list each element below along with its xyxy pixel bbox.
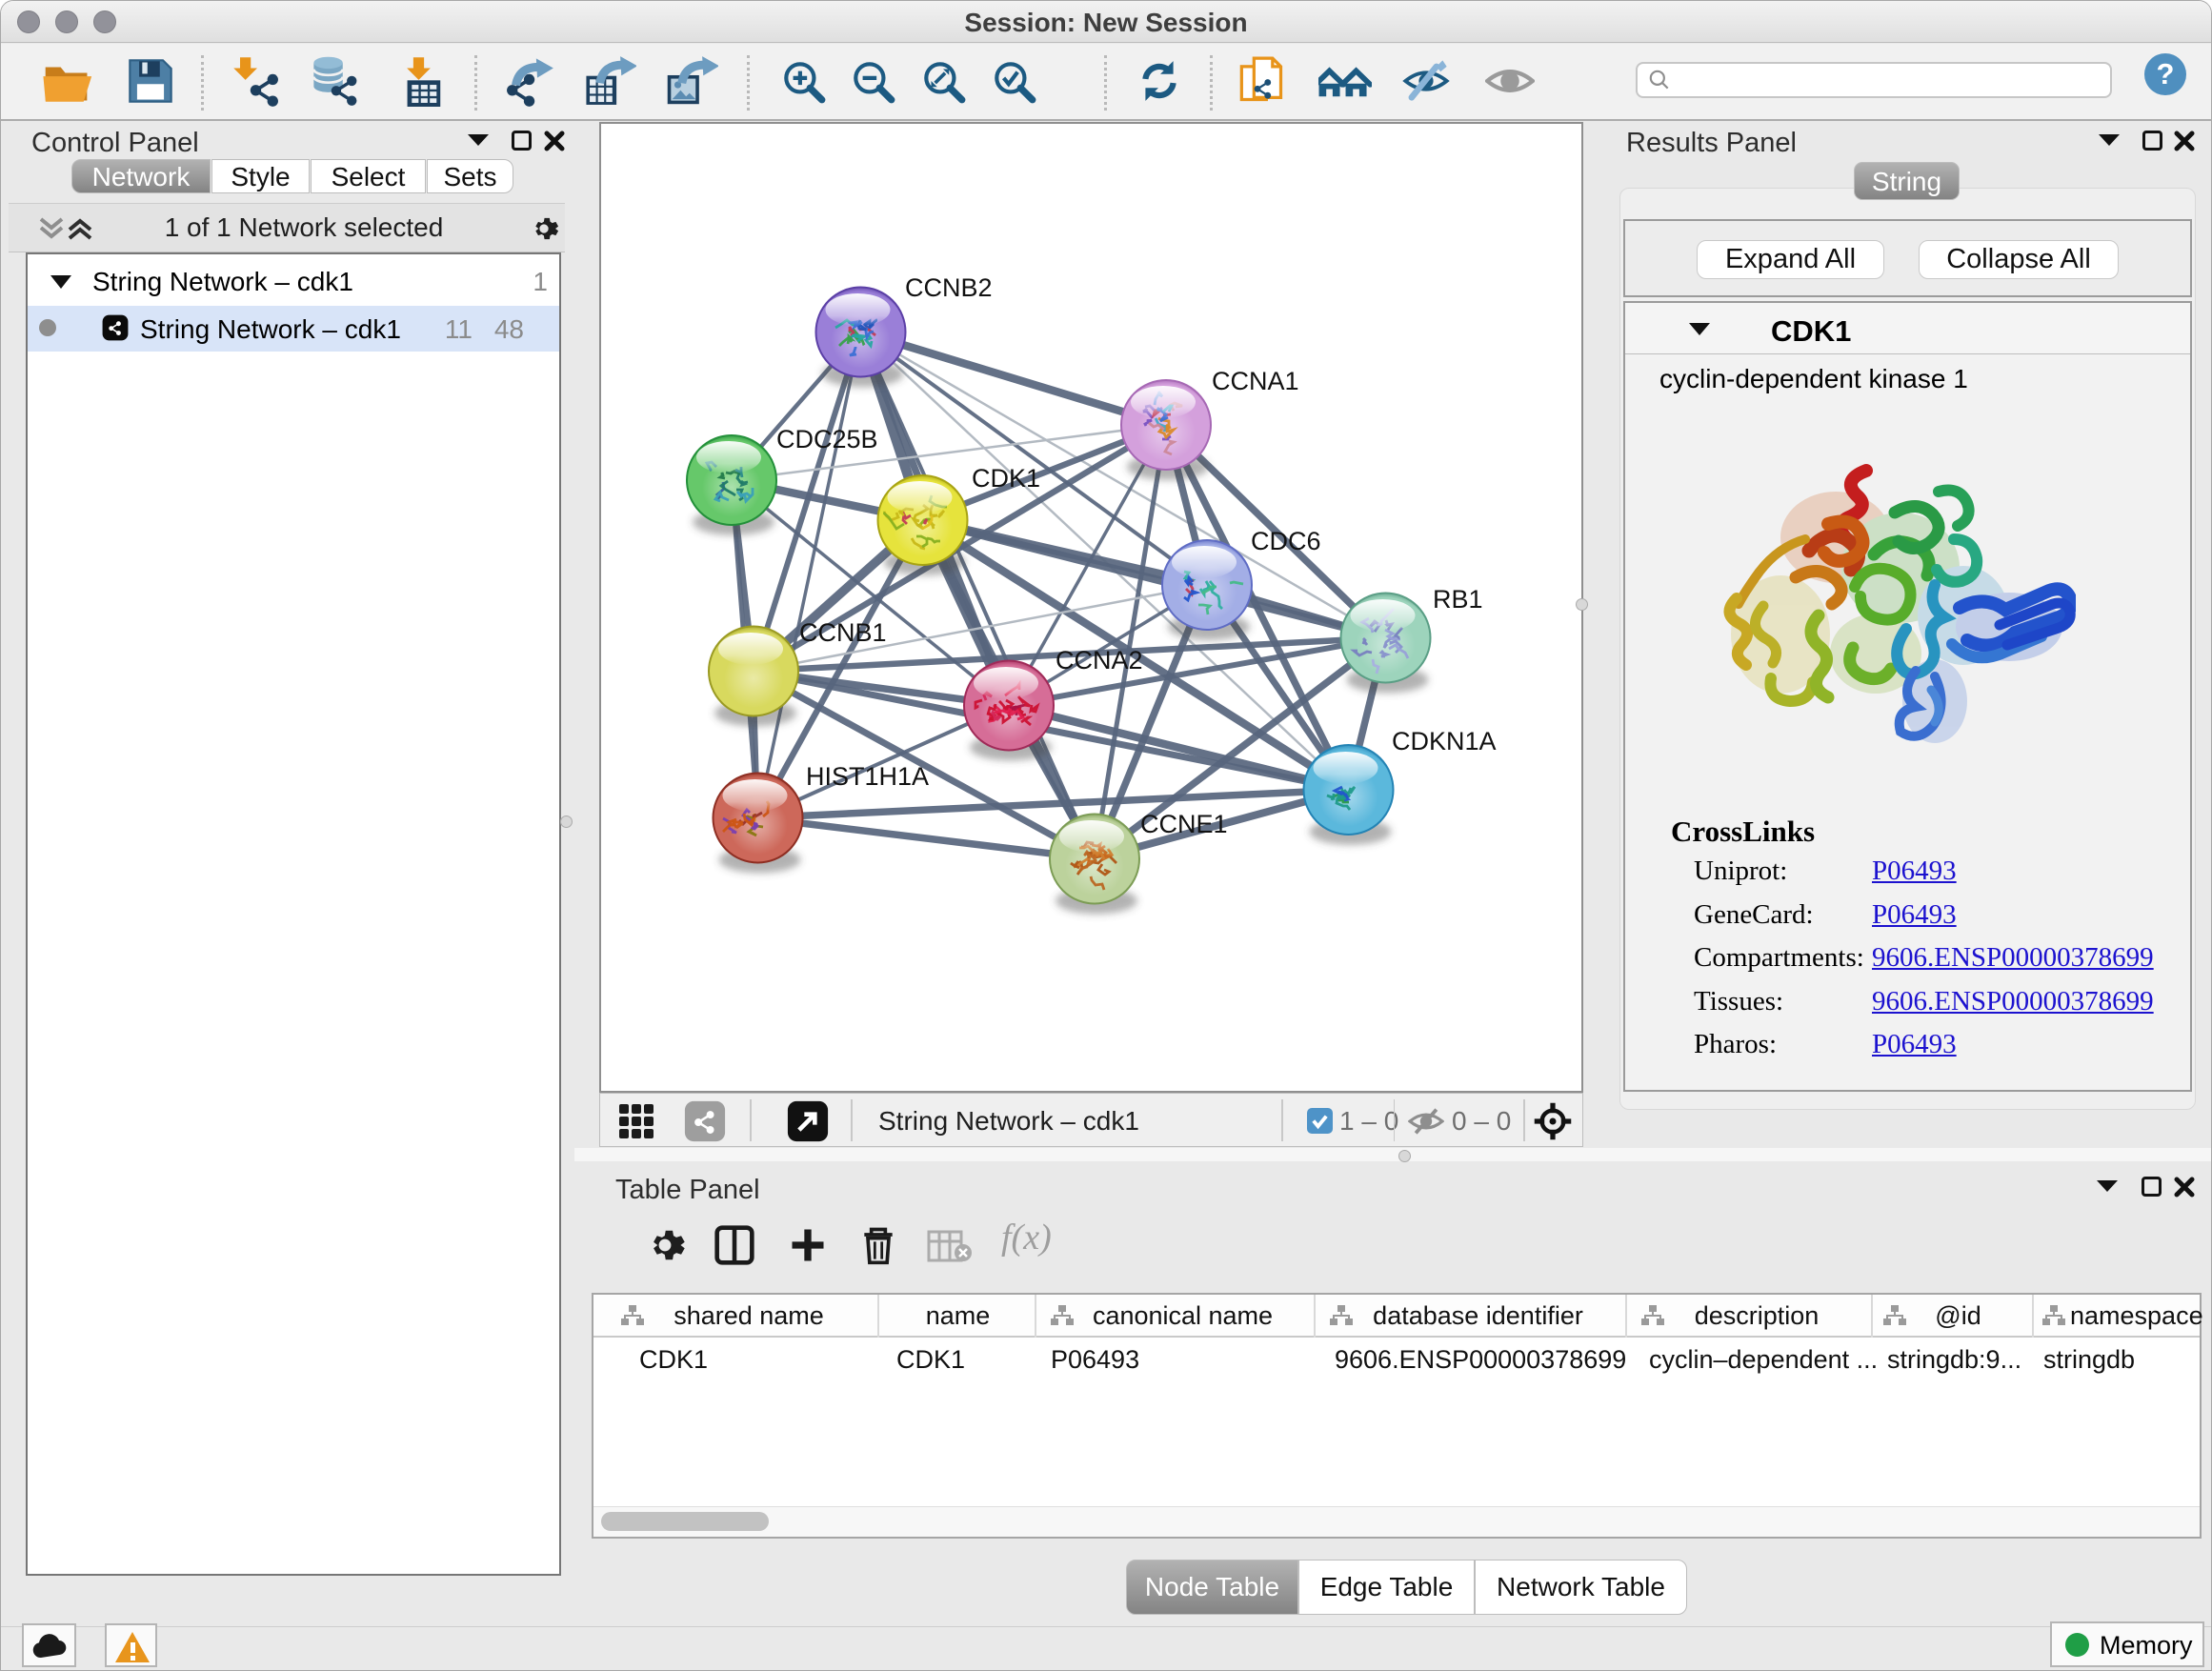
svg-text:CCNB1: CCNB1 — [799, 618, 887, 647]
svg-text:CDC25B: CDC25B — [776, 425, 878, 453]
svg-text:RB1: RB1 — [1433, 585, 1483, 614]
svg-text:CDC6: CDC6 — [1251, 527, 1321, 555]
svg-text:CDKN1A: CDKN1A — [1392, 727, 1497, 755]
svg-text:CDK1: CDK1 — [972, 464, 1040, 493]
svg-text:CCNA2: CCNA2 — [1056, 646, 1143, 674]
svg-text:CCNA1: CCNA1 — [1212, 367, 1299, 395]
svg-text:HIST1H1A: HIST1H1A — [806, 762, 929, 791]
svg-text:CCNE1: CCNE1 — [1140, 810, 1228, 838]
svg-text:CCNB2: CCNB2 — [905, 273, 993, 302]
